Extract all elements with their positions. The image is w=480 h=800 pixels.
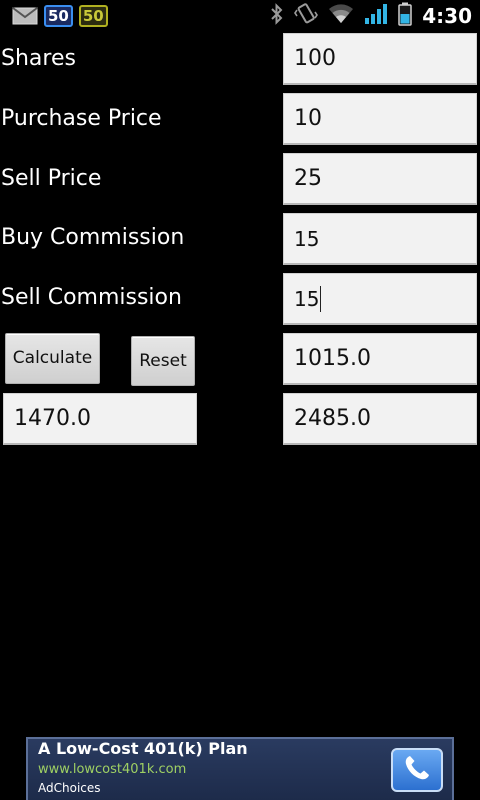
sell-price-value: 25 (294, 166, 322, 191)
cost-result-value: 1015.0 (294, 346, 371, 371)
signal-icon (364, 3, 388, 29)
buy-commission-input[interactable]: 15 (283, 213, 477, 265)
reset-button[interactable]: Reset (131, 336, 195, 386)
status-bar: 50 50 4:30 (0, 0, 480, 33)
shares-input[interactable]: 100 (283, 33, 477, 85)
proceeds-result-value: 2485.0 (294, 406, 371, 431)
phone-icon (402, 753, 432, 787)
purchase-price-label: Purchase Price (1, 106, 162, 131)
buy-commission-value: 15 (294, 227, 320, 251)
profit-result-value: 1470.0 (14, 406, 91, 431)
bluetooth-icon (270, 3, 284, 29)
notification-badge-yellow: 50 (78, 5, 108, 27)
ad-choices-link[interactable]: AdChoices (38, 781, 101, 795)
ad-title[interactable]: A Low-Cost 401(k) Plan (38, 739, 248, 758)
sell-price-label: Sell Price (1, 166, 102, 191)
vibrate-icon (294, 3, 319, 29)
notification-badge-blue: 50 (44, 5, 73, 27)
notification-icons: 50 50 (12, 5, 108, 27)
ad-banner[interactable]: A Low-Cost 401(k) Plan www.lowcost401k.c… (26, 737, 454, 800)
clock: 4:30 (422, 4, 472, 28)
wifi-icon (328, 4, 354, 28)
purchase-price-value: 10 (294, 106, 322, 131)
shares-value: 100 (294, 46, 336, 71)
text-cursor (320, 286, 322, 312)
sell-commission-input[interactable]: 15 (283, 273, 477, 325)
cost-result-field[interactable]: 1015.0 (283, 333, 477, 385)
sell-price-input[interactable]: 25 (283, 153, 477, 205)
sell-commission-value: 15 (294, 287, 320, 311)
shares-label: Shares (1, 46, 76, 71)
ad-call-button[interactable] (391, 748, 443, 792)
mail-icon (12, 7, 38, 25)
profit-result-field[interactable]: 1470.0 (3, 393, 197, 445)
battery-icon (398, 2, 412, 30)
sell-commission-label: Sell Commission (1, 285, 182, 310)
purchase-price-input[interactable]: 10 (283, 93, 477, 145)
buy-commission-label: Buy Commission (1, 225, 185, 250)
calculate-button[interactable]: Calculate (5, 333, 100, 384)
system-icons: 4:30 (270, 2, 472, 30)
proceeds-result-field[interactable]: 2485.0 (283, 393, 477, 445)
ad-url[interactable]: www.lowcost401k.com (38, 762, 186, 777)
